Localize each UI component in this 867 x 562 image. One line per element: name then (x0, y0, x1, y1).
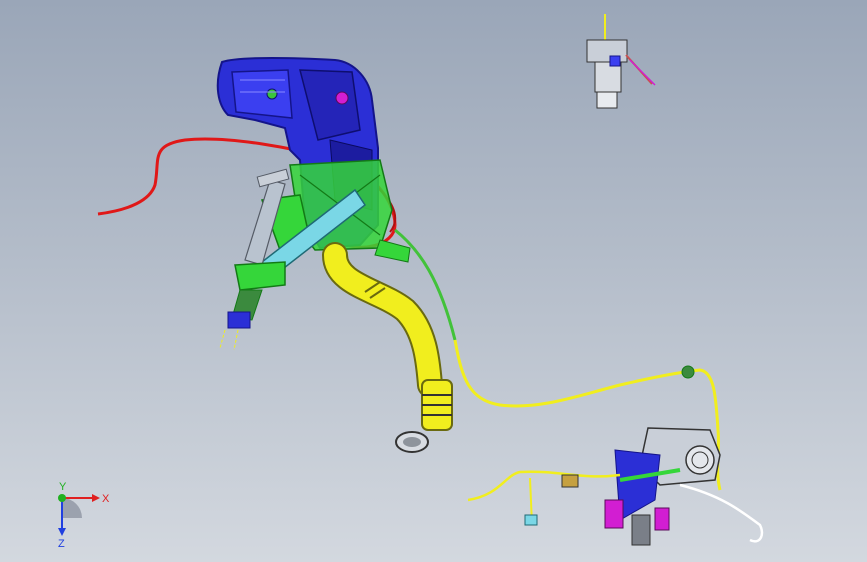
y-axis-dot (58, 494, 66, 502)
cad-3d-viewport[interactable]: X Y Z (0, 0, 867, 562)
z-axis-label: Z (58, 538, 65, 548)
yellow-branch (467, 470, 621, 502)
y-axis-label: Y (59, 481, 67, 493)
x-axis-label: X (102, 493, 110, 505)
valve-subassembly[interactable] (604, 427, 721, 546)
detached-part[interactable] (586, 14, 656, 109)
coordinate-triad: X Y Z (58, 481, 110, 548)
assembly-model[interactable] (0, 0, 867, 562)
yellow-hose[interactable] (322, 242, 453, 453)
white-harness (679, 483, 764, 543)
